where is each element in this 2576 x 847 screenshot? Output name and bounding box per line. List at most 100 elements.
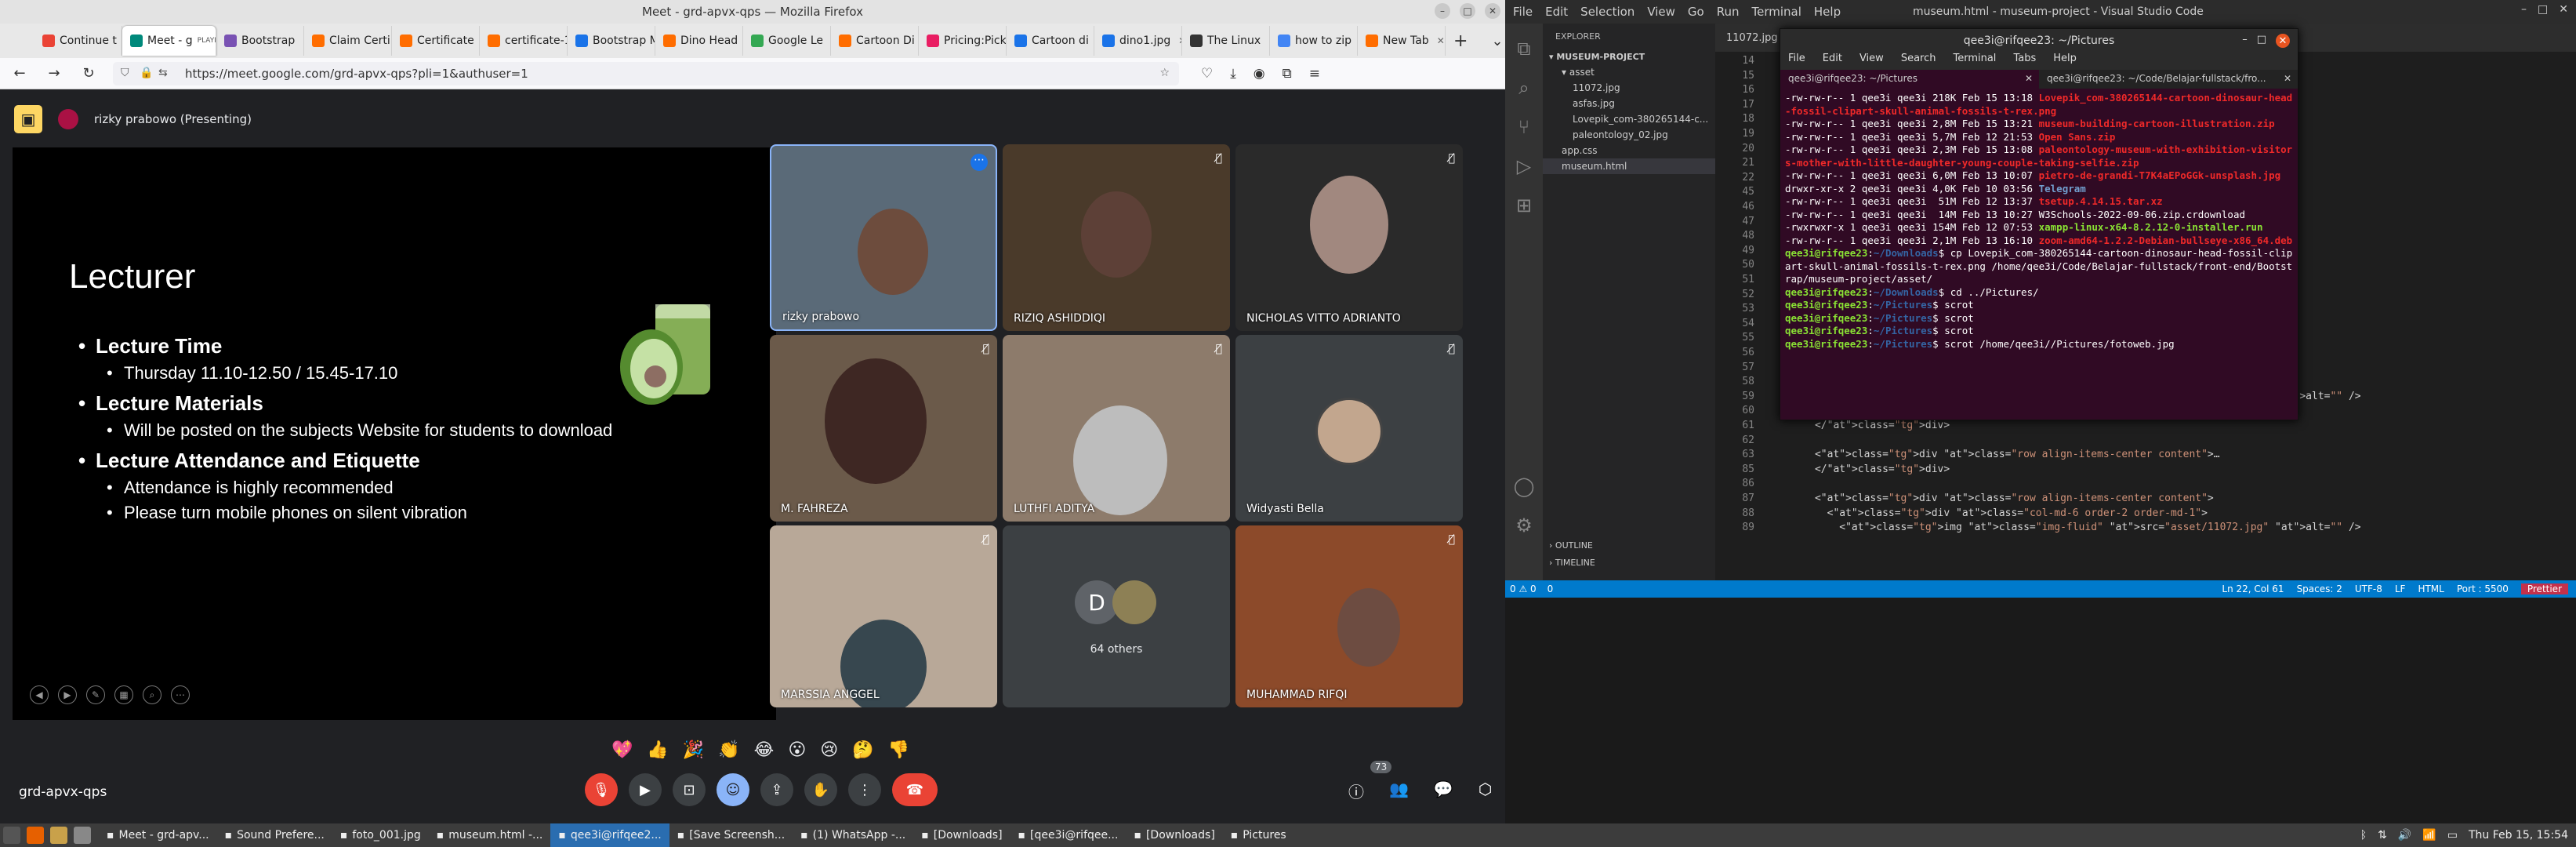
reaction-button[interactable]: 🤔 — [852, 740, 873, 760]
participant-tile[interactable]: 🎙̸ LUTHFI ADITYA — [1003, 335, 1230, 522]
tab-close-icon[interactable]: ✕ — [2284, 73, 2291, 84]
browser-tab[interactable]: Claim Certi✕ — [304, 26, 392, 56]
participant-tile[interactable]: 🎙̸ Widyasti Bella — [1235, 335, 1463, 522]
mic-toggle-button[interactable]: 🎙 — [585, 773, 618, 806]
pocket-icon[interactable]: ♡ — [1201, 66, 1213, 82]
close-button[interactable]: ✕ — [1485, 3, 1500, 19]
others-tile[interactable]: D 64 others — [1003, 525, 1230, 707]
minimize-button[interactable]: – — [2242, 34, 2248, 48]
status-item[interactable]: Ln 22, Col 61 — [2222, 583, 2284, 594]
extensions-icon[interactable]: ⊞ — [1505, 194, 1543, 216]
menu-item[interactable]: View — [1859, 53, 1884, 70]
taskbar-item[interactable]: ▪ Meet - grd-apv... — [99, 823, 217, 847]
participant-tile[interactable]: 🎙̸ MARSSIA ANGGEL — [770, 525, 997, 707]
reaction-button[interactable]: 👏 — [718, 740, 739, 760]
url-bar[interactable]: ⛉ 🔒 ⇆ https://meet.google.com/grd-apvx-q… — [113, 61, 1179, 85]
extensions-icon[interactable]: ⧉ — [1283, 66, 1292, 82]
reaction-button[interactable]: 💖 — [611, 740, 633, 760]
search-icon[interactable]: ⌕ — [1505, 77, 1543, 99]
close-button[interactable]: ✕ — [2559, 3, 2568, 16]
maximize-button[interactable]: □ — [2538, 3, 2548, 16]
menu-item[interactable]: Run — [1717, 5, 1740, 19]
firefox-launcher-icon[interactable] — [27, 827, 44, 844]
participant-tile[interactable]: 🎙̸ M. FAHREZA — [770, 335, 997, 522]
clock[interactable]: Thu Feb 15, 15:54 — [2469, 829, 2568, 842]
camera-toggle-button[interactable]: ▶ — [629, 773, 662, 806]
grid-icon[interactable]: ▦ — [114, 685, 133, 704]
account-icon[interactable]: ◯ — [1505, 475, 1543, 497]
menu-item[interactable]: Selection — [1580, 5, 1634, 19]
status-item[interactable]: UTF-8 — [2355, 583, 2382, 594]
taskbar-item[interactable]: ▪ (1) WhatsApp -... — [793, 823, 913, 847]
status-item[interactable]: HTML — [2418, 583, 2444, 594]
menu-item[interactable]: Edit — [1545, 5, 1568, 19]
explorer-icon[interactable]: ⧉ — [1505, 38, 1543, 60]
menu-item[interactable]: File — [1513, 5, 1533, 19]
terminal-launcher-icon[interactable] — [74, 827, 91, 844]
files-launcher-icon[interactable] — [50, 827, 67, 844]
taskbar-item[interactable]: ▪ [qee3i@rifqee... — [1010, 823, 1127, 847]
status-item[interactable]: Prettier — [2520, 583, 2568, 594]
participant-tile[interactable]: ⋯ rizky prabowo — [770, 144, 997, 331]
outline-section[interactable]: › OUTLINE — [1549, 538, 1593, 553]
browser-tab[interactable]: The Linux✕ — [1182, 26, 1270, 56]
status-item[interactable]: Spaces: 2 — [2297, 583, 2342, 594]
lock-icon[interactable]: 🔒 — [140, 67, 153, 79]
status-item[interactable]: Port : 5500 — [2457, 583, 2509, 594]
wifi-icon[interactable]: 📶 — [2422, 829, 2436, 842]
battery-icon[interactable]: ▭ — [2447, 829, 2458, 842]
taskbar-item[interactable]: ▪ museum.html -... — [429, 823, 551, 847]
menu-item[interactable]: Edit — [1823, 53, 1842, 70]
minimize-button[interactable]: – — [1435, 3, 1450, 19]
browser-tab[interactable]: Certificate✕ — [392, 26, 480, 56]
browser-tab[interactable]: dino1.jpg✕ — [1094, 26, 1182, 56]
volume-icon[interactable]: 🔊 — [2398, 829, 2411, 842]
list-tabs-icon[interactable]: ⌄ — [1491, 33, 1503, 49]
taskbar-item[interactable]: ▪ Sound Prefere... — [217, 823, 332, 847]
permissions-icon[interactable]: ⇆ — [158, 67, 168, 79]
maximize-button[interactable]: □ — [2257, 34, 2266, 48]
reaction-button[interactable]: 😮 — [788, 740, 806, 760]
reaction-button[interactable]: 🎉 — [683, 740, 704, 760]
file-tree-item[interactable]: paleontology_02.jpg — [1543, 127, 1715, 143]
browser-tab[interactable]: certificate-1.p✕ — [480, 26, 568, 56]
reaction-button[interactable]: 👍 — [647, 740, 668, 760]
reload-icon[interactable]: ↻ — [78, 65, 99, 82]
participant-tile[interactable]: 🎙̸ MUHAMMAD RIFQI — [1235, 525, 1463, 707]
menu-item[interactable]: Search — [1901, 53, 1936, 70]
presentation-icon[interactable]: ▣ — [14, 105, 42, 133]
account-icon[interactable]: ◉ — [1254, 66, 1265, 82]
people-icon[interactable]: 👥 — [1389, 780, 1409, 802]
browser-tab[interactable]: New Tab ✕ — [1358, 26, 1446, 56]
menu-item[interactable]: File — [1788, 53, 1805, 70]
taskbar-item[interactable]: ▪ [Save Screensh... — [669, 823, 793, 847]
taskbar-item[interactable]: ▪ [Downloads] — [913, 823, 1010, 847]
zoom-icon[interactable]: ⌕ — [143, 685, 161, 704]
activities-icon[interactable]: ⬡ — [1478, 780, 1492, 802]
more-options-button[interactable]: ⋮ — [848, 773, 881, 806]
minimize-button[interactable]: – — [2521, 3, 2527, 16]
taskbar-item[interactable]: ▪ qee3i@rifqee2... — [550, 823, 669, 847]
participant-tile[interactable]: 🎙̸ NICHOLAS VITTO ADRIANTO — [1235, 144, 1463, 331]
emoji-button[interactable]: ☺ — [717, 773, 749, 806]
settings-gear-icon[interactable]: ⚙ — [1505, 514, 1543, 536]
reaction-button[interactable]: 👎 — [888, 740, 909, 760]
source-control-icon[interactable]: ⑂ — [1505, 116, 1543, 138]
file-tree-item[interactable]: asfas.jpg — [1543, 96, 1715, 111]
downloads-icon[interactable]: ⤓ — [1230, 66, 1236, 82]
close-button[interactable]: ✕ — [2276, 34, 2290, 48]
chat-icon[interactable]: 💬 — [1434, 780, 1453, 802]
browser-tab[interactable]: Cartoon di✕ — [1007, 26, 1094, 56]
browser-tab[interactable]: Dino Head✕ — [655, 26, 743, 56]
next-slide-icon[interactable]: ▶ — [58, 685, 77, 704]
more-options-icon[interactable]: ⋯ — [971, 154, 988, 171]
browser-tab[interactable]: how to zip✕ — [1270, 26, 1358, 56]
terminal-tab[interactable]: qee3i@rifqee23: ~/Pictures ✕ — [1780, 70, 2039, 89]
status-item[interactable]: 0 ⚠ 0 — [1510, 583, 1537, 594]
browser-tab[interactable]: Meet - gPLAYING✕ — [122, 26, 216, 56]
browser-tab[interactable]: Continue t✕ — [34, 26, 122, 56]
taskbar-item[interactable]: ▪ [Downloads] — [1126, 823, 1222, 847]
terminal-window[interactable]: qee3i@rifqee23: ~/Pictures – □ ✕ File Edi… — [1780, 28, 2298, 420]
network-icon[interactable]: ⇅ — [2378, 829, 2387, 842]
present-button[interactable]: ⇪ — [760, 773, 793, 806]
